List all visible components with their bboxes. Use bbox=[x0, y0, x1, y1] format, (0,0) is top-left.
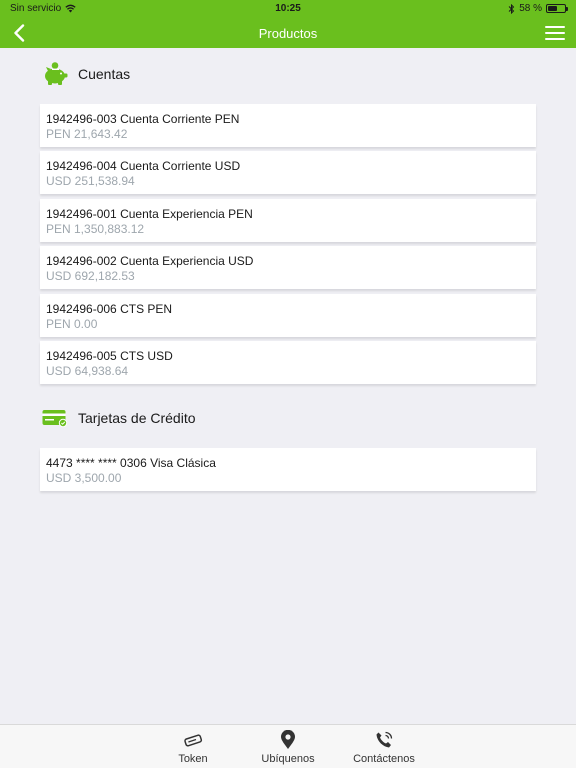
status-time: 10:25 bbox=[275, 3, 301, 14]
location-pin-icon bbox=[243, 729, 333, 751]
hamburger-icon bbox=[545, 26, 565, 28]
tab-bar: Token Ubíquenos Contáctenos bbox=[0, 724, 576, 768]
status-bar: Sin servicio 10:25 58 % bbox=[0, 0, 576, 18]
card-name: 4473 **** **** 0306 Visa Clásica bbox=[46, 456, 216, 470]
account-balance: PEN 21,643.42 bbox=[46, 127, 128, 141]
credit-card-icon bbox=[42, 405, 68, 431]
account-balance: PEN 1,350,883.12 bbox=[46, 222, 145, 236]
account-card[interactable]: 1942496-005 CTS USD USD 64,938.64 bbox=[40, 341, 536, 384]
account-balance: USD 251,538.94 bbox=[46, 174, 135, 188]
tab-label: Token bbox=[178, 753, 208, 765]
menu-button[interactable] bbox=[544, 24, 566, 42]
account-balance: USD 64,938.64 bbox=[46, 364, 129, 378]
battery-icon bbox=[546, 4, 568, 13]
account-name: 1942496-006 CTS PEN bbox=[46, 302, 173, 316]
account-card[interactable]: 1942496-002 Cuenta Experiencia USD USD 6… bbox=[40, 246, 536, 289]
tab-contact[interactable]: Contáctenos bbox=[339, 729, 429, 765]
tab-token[interactable]: Token bbox=[148, 729, 238, 765]
piggy-bank-icon bbox=[42, 61, 68, 87]
phone-icon bbox=[339, 729, 429, 751]
account-card[interactable]: 1942496-001 Cuenta Experiencia PEN PEN 1… bbox=[40, 199, 536, 242]
cards-section-header: Tarjetas de Crédito bbox=[42, 405, 196, 431]
tab-label: Ubíquenos bbox=[261, 753, 315, 765]
token-icon bbox=[148, 729, 238, 751]
page-title: Productos bbox=[258, 26, 318, 41]
account-name: 1942496-004 Cuenta Corriente USD bbox=[46, 159, 241, 173]
account-name: 1942496-003 Cuenta Corriente PEN bbox=[46, 112, 240, 126]
tab-label: Contáctenos bbox=[353, 753, 415, 765]
battery-level bbox=[548, 6, 558, 11]
account-balance: USD 692,182.53 bbox=[46, 269, 135, 283]
cards-section-title: Tarjetas de Crédito bbox=[78, 410, 196, 426]
tab-location[interactable]: Ubíquenos bbox=[243, 729, 333, 765]
account-card[interactable]: 1942496-003 Cuenta Corriente PEN PEN 21,… bbox=[40, 104, 536, 147]
status-right: 58 % bbox=[508, 3, 568, 14]
account-name: 1942496-002 Cuenta Experiencia USD bbox=[46, 254, 254, 268]
account-name: 1942496-001 Cuenta Experiencia PEN bbox=[46, 207, 253, 221]
nav-bar: Productos bbox=[0, 18, 576, 48]
bluetooth-icon bbox=[508, 3, 515, 14]
account-card[interactable]: 1942496-004 Cuenta Corriente USD USD 251… bbox=[40, 151, 536, 194]
accounts-section-header: Cuentas bbox=[42, 61, 130, 87]
account-card[interactable]: 1942496-006 CTS PEN PEN 0.00 bbox=[40, 294, 536, 337]
battery-percent: 58 % bbox=[519, 3, 542, 14]
account-name: 1942496-005 CTS USD bbox=[46, 349, 173, 363]
credit-card-item[interactable]: 4473 **** **** 0306 Visa Clásica USD 3,5… bbox=[40, 448, 536, 491]
card-balance: USD 3,500.00 bbox=[46, 471, 122, 485]
account-balance: PEN 0.00 bbox=[46, 317, 98, 331]
accounts-section-title: Cuentas bbox=[78, 66, 131, 82]
